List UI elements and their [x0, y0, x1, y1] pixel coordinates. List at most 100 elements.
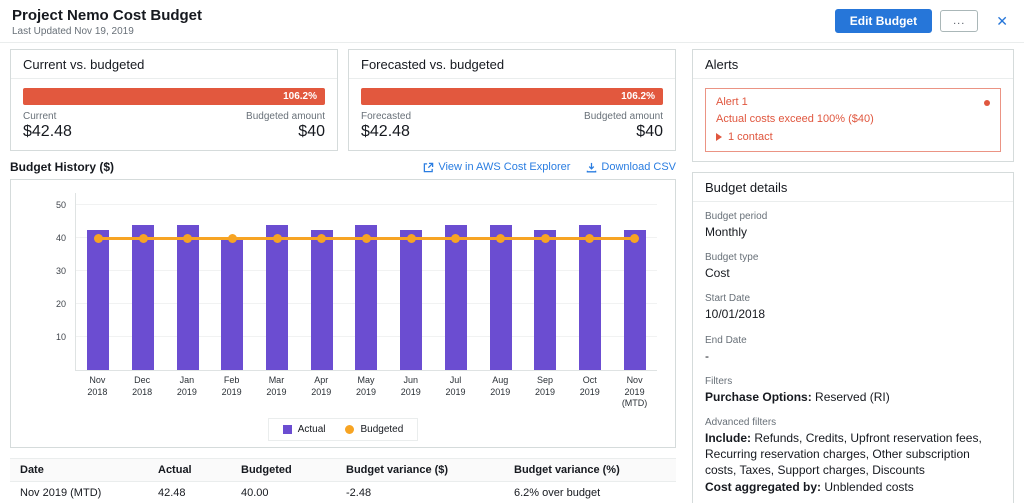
- caret-right-icon: [716, 133, 722, 141]
- alert-item: Alert 1 Actual costs exceed 100% ($40) 1 c…: [705, 88, 1001, 152]
- chart-point-budgeted: [496, 233, 506, 243]
- alert-contacts-toggle[interactable]: 1 contact: [716, 131, 990, 143]
- page-header: Project Nemo Cost Budget Last Updated No…: [0, 0, 1024, 43]
- legend-swatch-budgeted: [345, 425, 355, 435]
- chart-point-budgeted: [138, 233, 148, 243]
- chart-point-budgeted: [361, 233, 371, 243]
- chart-bar-actual: [444, 225, 467, 370]
- chart-bar-actual: [176, 225, 199, 370]
- table-header-cell: Date: [20, 464, 44, 477]
- chart-slot: [299, 193, 344, 370]
- chart-point-budgeted: [540, 233, 550, 243]
- current-progress-bar: 106.2%: [23, 88, 325, 105]
- x-axis-label: Jul 2019: [445, 375, 466, 397]
- chart-slot: [76, 193, 121, 370]
- detail-field-value: Monthly: [705, 225, 748, 239]
- chart-slot: [523, 193, 568, 370]
- budget-history-title: Budget History ($): [10, 160, 115, 174]
- detail-field-label: Filters: [705, 375, 733, 387]
- gauge-cards-row: Current vs. budgeted 106.2% Current $42.…: [10, 49, 676, 151]
- chart-slot: [255, 193, 300, 370]
- x-axis-label: Aug 2019: [490, 375, 511, 397]
- x-axis-label: Nov 2019 (MTD): [621, 375, 648, 409]
- x-axis-label: Apr 2019: [311, 375, 332, 397]
- table-cell: 6.2% over budget: [514, 487, 601, 500]
- table-header-cell: Budget variance ($): [346, 464, 449, 477]
- chart-plot: 10 20 30 40 50: [56, 193, 657, 371]
- header-actions: Edit Budget ... ✕: [834, 9, 1012, 33]
- chart-slot: [478, 193, 523, 370]
- chart-slot: [389, 193, 434, 370]
- last-updated-text: Last Updated Nov 19, 2019: [12, 26, 134, 37]
- budgeted-amount-label: Budgeted amount: [246, 111, 325, 122]
- detail-field: Budget type Cost: [705, 252, 1001, 281]
- x-axis-label: Dec 2018: [132, 375, 153, 397]
- view-in-cost-explorer-link[interactable]: View in AWS Cost Explorer: [423, 161, 570, 173]
- detail-field-value: -: [705, 348, 709, 363]
- forecasted-value: $42.48: [361, 123, 410, 140]
- x-axis-label: Jun 2019: [400, 375, 421, 397]
- y-axis-label: 30: [55, 266, 66, 276]
- chart-point-budgeted: [406, 233, 416, 243]
- forecasted-vs-budgeted-card: Forecasted vs. budgeted 106.2% Forecaste…: [348, 49, 676, 151]
- x-axis-label: Sep 2019: [535, 375, 556, 397]
- current-vs-budgeted-card: Current vs. budgeted 106.2% Current $42.…: [10, 49, 338, 151]
- chart-slot: [210, 193, 255, 370]
- chart-slot: [165, 193, 210, 370]
- chart-point-budgeted: [585, 233, 595, 243]
- right-column: Alerts Alert 1 Actual costs exceed 100% (…: [692, 49, 1014, 503]
- detail-field-value: Cost: [705, 266, 730, 281]
- y-axis-label: 50: [55, 200, 66, 210]
- chart-slots: [76, 193, 657, 370]
- legend-item-actual: Actual: [282, 424, 325, 435]
- alert-description: Actual costs exceed 100% ($40): [716, 113, 874, 125]
- x-axis-label: Nov 2018: [87, 375, 108, 397]
- more-actions-button[interactable]: ...: [940, 10, 979, 32]
- chart-bar-actual: [489, 225, 512, 370]
- detail-field-value: 10/01/2018: [705, 307, 766, 322]
- x-axis-label: Jan 2019: [176, 375, 197, 397]
- chart-bar-actual: [400, 229, 423, 370]
- alert-contacts-label: 1 contact: [728, 131, 773, 143]
- chart-point-budgeted: [630, 233, 640, 243]
- chart-point-budgeted: [227, 233, 237, 243]
- legend-swatch-actual: [282, 425, 292, 435]
- detail-field-label: Budget period: [705, 211, 768, 222]
- alert-name: Alert 1: [716, 96, 748, 108]
- close-icon[interactable]: ✕: [992, 13, 1012, 30]
- chart-x-labels: Nov 2018 Dec 2018 Jan 2019 Feb 2019 Mar 2019 Apr 20…: [75, 375, 657, 410]
- chart-bar-actual: [310, 229, 333, 370]
- table-cell: 40.00: [241, 487, 269, 500]
- download-csv-link[interactable]: Download CSV: [586, 161, 676, 173]
- edit-budget-button[interactable]: Edit Budget: [834, 9, 933, 33]
- detail-field-value: Purchase Options: Reserved (RI): [705, 389, 890, 404]
- chart-slot: [612, 193, 657, 370]
- table-cell: Nov 2019 (MTD): [20, 487, 102, 500]
- chart-bar-actual: [221, 238, 244, 370]
- y-axis-label: 10: [55, 332, 66, 342]
- budget-details-title: Budget details: [693, 173, 1013, 202]
- detail-field: End Date -: [705, 335, 1001, 364]
- chart-legend-box: Actual Budgeted: [267, 418, 419, 442]
- table-header-cell: Actual: [158, 464, 192, 477]
- left-column: Current vs. budgeted 106.2% Current $42.…: [10, 49, 676, 503]
- chart-point-budgeted: [317, 233, 327, 243]
- chart-point-budgeted: [93, 233, 103, 243]
- x-axis-label: Oct 2019: [579, 375, 600, 397]
- detail-field: Advanced filters Include: Refunds, Credit…: [705, 417, 1001, 495]
- chart-slot: [121, 193, 166, 370]
- budget-history-chart: 10 20 30 40 50 Nov 2018 Dec 2018 Jan 2019 Feb 2019 M…: [10, 179, 676, 449]
- chart-slot: [434, 193, 479, 370]
- current-card-title: Current vs. budgeted: [11, 50, 337, 79]
- main-content: Current vs. budgeted 106.2% Current $42.…: [0, 43, 1024, 503]
- detail-field-label: Start Date: [705, 293, 751, 305]
- chart-bar-actual: [578, 225, 601, 370]
- table-header-row: Date Actual Budgeted Budget variance ($) Bud…: [10, 458, 676, 483]
- chart-point-budgeted: [272, 233, 282, 243]
- budgeted-amount-value: $40: [636, 123, 663, 140]
- chart-bar-actual: [355, 225, 378, 370]
- legend-label: Budgeted: [360, 424, 404, 436]
- detail-field: Filters Purchase Options: Reserved (RI): [705, 376, 1001, 405]
- x-axis-label: May 2019: [355, 375, 376, 397]
- table-header-cell: Budgeted: [241, 464, 292, 477]
